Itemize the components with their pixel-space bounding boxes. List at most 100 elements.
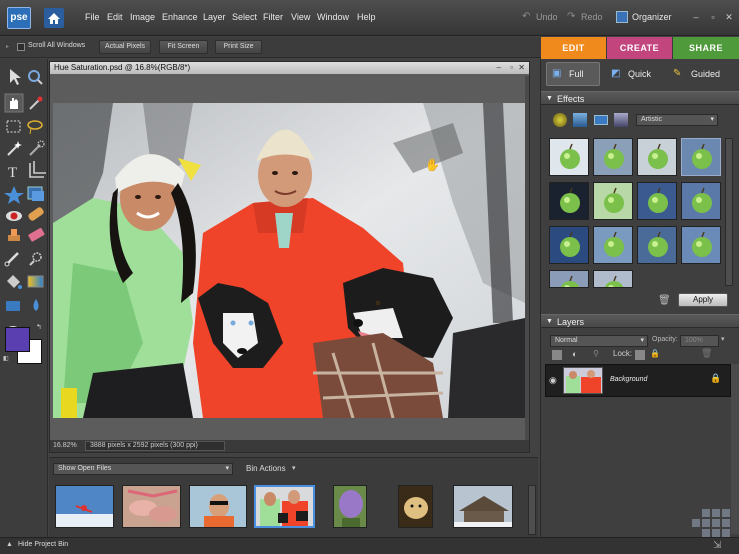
gradient-tool-icon <box>27 275 44 288</box>
effects-scrollbar[interactable] <box>725 138 733 286</box>
eyedropper-tool-icon <box>29 96 43 110</box>
photo-effects-icon[interactable] <box>594 115 608 125</box>
show-all-icon[interactable] <box>614 113 628 127</box>
document-title-bar[interactable]: Hue Saturation.psd @ 16.8%(RGB/8*) – ▫ ✕ <box>50 62 529 74</box>
menu-help[interactable]: Help <box>357 12 376 22</box>
undo-label[interactable]: Undo <box>536 12 558 22</box>
effect-thumbnail[interactable] <box>681 138 721 176</box>
opacity-slider-chevron-icon[interactable]: ▾ <box>721 335 725 343</box>
type-tool-icon: T <box>8 165 17 181</box>
bin-thumb-puppy[interactable] <box>398 485 433 528</box>
menu-view[interactable]: View <box>291 12 310 22</box>
bin-thumb-snowy-building[interactable] <box>453 485 513 528</box>
layer-styles-icon[interactable] <box>573 113 587 127</box>
subtab-guided[interactable]: Guided <box>691 63 720 85</box>
effect-thumbnail[interactable] <box>681 182 721 220</box>
subtab-quick[interactable]: Quick <box>628 63 651 85</box>
effects-category-dropdown[interactable]: Artistic ▾ <box>636 114 718 126</box>
link-layers-icon[interactable]: ⚲ <box>593 349 599 358</box>
menu-window[interactable]: Window <box>317 12 349 22</box>
bin-thumb-wisteria[interactable] <box>333 485 367 528</box>
apply-button[interactable]: Apply <box>678 293 728 307</box>
scroll-all-checkbox[interactable] <box>17 43 25 51</box>
bin-actions-button[interactable]: Bin Actions <box>246 464 286 473</box>
bottom-bar: ▲ Hide Project Bin ⇲ <box>0 537 739 554</box>
sharpen-tool-icon <box>33 299 39 311</box>
effect-thumbnail[interactable] <box>549 226 589 264</box>
effect-thumbnail[interactable] <box>549 138 589 176</box>
lock-transparent-icon[interactable] <box>635 350 645 360</box>
redo-icon[interactable]: ↷ <box>567 11 575 22</box>
actual-pixels-button[interactable]: Actual Pixels <box>99 40 151 54</box>
effect-thumbnail[interactable] <box>593 226 633 264</box>
effect-thumbnail[interactable] <box>637 226 677 264</box>
quick-edit-icon[interactable]: ◩ <box>611 68 620 79</box>
print-size-button[interactable]: Print Size <box>215 40 262 54</box>
effect-thumbnail[interactable] <box>593 182 633 220</box>
organizer-icon[interactable] <box>616 11 628 23</box>
document-info: 3888 pixels x 2592 pixels (300 ppi) <box>85 441 225 451</box>
layer-row-background[interactable]: ◉ Background 🔒 <box>545 364 731 397</box>
blend-mode-dropdown[interactable]: Normal ▾ <box>550 335 648 347</box>
menu-layer[interactable]: Layer <box>203 12 226 22</box>
doc-close-icon[interactable]: ✕ <box>518 62 525 74</box>
tab-create[interactable]: CREATE <box>607 37 672 59</box>
doc-restore-icon[interactable]: ▫ <box>510 62 513 74</box>
swap-colors-icon[interactable]: ↰ <box>36 323 42 331</box>
maximize-icon[interactable]: ▫ <box>708 12 718 22</box>
minimize-icon[interactable]: – <box>691 12 701 22</box>
effect-thumbnail[interactable] <box>549 270 589 288</box>
home-icon[interactable] <box>44 8 64 28</box>
delete-layer-icon[interactable]: 🗑 <box>701 348 712 359</box>
hide-project-bin-label[interactable]: Hide Project Bin <box>18 541 68 548</box>
bin-thumb-sunglasses[interactable] <box>189 485 247 528</box>
effects-panel-header[interactable]: ▼ Effects <box>541 91 739 105</box>
svg-text:T: T <box>8 165 17 181</box>
effect-thumbnail[interactable] <box>593 270 633 288</box>
adjustment-layer-icon[interactable]: ◐ <box>572 349 577 359</box>
show-open-files-dropdown[interactable]: Show Open Files ▾ <box>53 463 233 475</box>
opacity-field[interactable]: 100% <box>680 335 719 347</box>
menu-filter[interactable]: Filter <box>263 12 283 22</box>
visibility-eye-icon[interactable]: ◉ <box>549 375 557 386</box>
effect-thumbnail[interactable] <box>681 226 721 264</box>
resize-grip-icon[interactable]: ⇲ <box>713 540 721 551</box>
filters-icon[interactable] <box>553 113 567 127</box>
effect-thumbnail[interactable] <box>593 138 633 176</box>
red-eye-tool-icon <box>6 211 22 221</box>
effect-thumbnail[interactable] <box>637 138 677 176</box>
tab-edit[interactable]: EDIT <box>541 37 606 59</box>
bin-thumb-snow-jump[interactable] <box>55 485 114 528</box>
tab-share[interactable]: SHARE <box>673 37 739 59</box>
bin-thumb-feet[interactable] <box>122 485 181 528</box>
bin-scrollbar[interactable] <box>528 485 536 535</box>
doc-vertical-scrollbar[interactable] <box>525 76 529 440</box>
organizer-label[interactable]: Organizer <box>632 12 672 22</box>
menu-select[interactable]: Select <box>232 12 257 22</box>
trash-icon[interactable]: 🗑 <box>658 295 671 306</box>
doc-minimize-icon[interactable]: – <box>497 62 501 74</box>
redo-label[interactable]: Redo <box>581 12 603 22</box>
menu-edit[interactable]: Edit <box>107 12 123 22</box>
image-canvas[interactable]: ✋ <box>53 103 525 418</box>
marquee-tool-icon <box>6 120 21 133</box>
foreground-color-front[interactable] <box>5 327 30 352</box>
menu-file[interactable]: File <box>85 12 100 22</box>
hide-bin-triangle-icon[interactable]: ▲ <box>6 541 13 548</box>
layers-panel-header[interactable]: ▼ Layers <box>541 314 739 328</box>
zoom-tool-icon <box>28 70 43 85</box>
guided-edit-icon[interactable]: ✎ <box>673 68 681 79</box>
close-icon[interactable]: ✕ <box>724 12 734 22</box>
zoom-level[interactable]: 16.82% <box>53 440 77 452</box>
lock-all-icon[interactable]: 🔒 <box>650 349 660 358</box>
new-layer-icon[interactable] <box>552 350 562 360</box>
effect-thumbnail[interactable] <box>637 182 677 220</box>
app-logo: pse <box>7 7 31 29</box>
default-colors-icon[interactable]: ◧ <box>3 355 9 362</box>
bin-thumb-hue-saturation-selected[interactable] <box>254 485 315 528</box>
effect-thumbnail[interactable] <box>549 182 589 220</box>
menu-image[interactable]: Image <box>130 12 155 22</box>
fit-screen-button[interactable]: Fit Screen <box>159 40 208 54</box>
menu-enhance[interactable]: Enhance <box>162 12 198 22</box>
undo-icon[interactable]: ↶ <box>522 11 530 22</box>
